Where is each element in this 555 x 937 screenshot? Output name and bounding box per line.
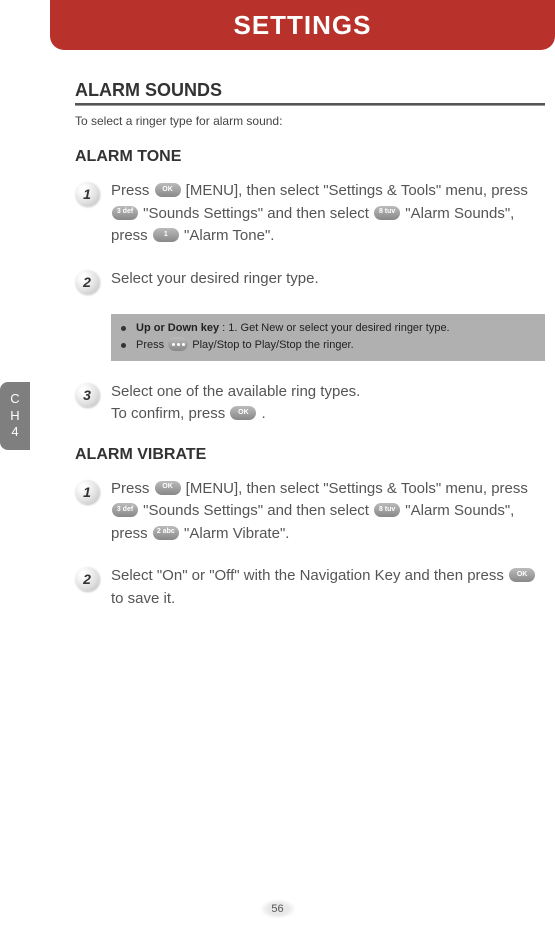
subsection-alarm-vibrate: ALARM VIBRATE	[75, 446, 545, 464]
text: Select one of the available ring types.	[111, 383, 360, 400]
content-area: ALARM SOUNDS To select a ringer type for…	[75, 80, 545, 630]
chapter-tab-line: C	[10, 391, 19, 408]
step-number-2: 2	[75, 270, 99, 294]
step-number-1: 1	[75, 182, 99, 206]
text: .	[257, 405, 265, 422]
step-text: Select "On" or "Off" with the Navigation…	[111, 565, 545, 610]
tip-part: Play/Stop to Play/Stop the ringer.	[189, 339, 353, 351]
tip-part: Press	[136, 339, 167, 351]
step: 1 Press OK [MENU], then select "Settings…	[75, 478, 545, 546]
ok-icon: OK	[155, 183, 181, 197]
text: "Alarm Tone".	[180, 227, 275, 244]
text: [MENU], then select "Settings & Tools" m…	[182, 182, 528, 199]
key-1-icon: 1	[153, 228, 179, 242]
bullet-icon	[121, 343, 126, 348]
ok-icon: OK	[509, 568, 535, 582]
key-2-icon: 2 abc	[153, 526, 179, 540]
key-3-icon: 3 def	[112, 503, 138, 517]
ok-icon: OK	[155, 481, 181, 495]
text: "Alarm Vibrate".	[180, 525, 290, 542]
key-8-icon: 8 tuv	[374, 503, 400, 517]
step-text: Select one of the available ring types. …	[111, 381, 360, 426]
play-stop-icon	[168, 337, 188, 351]
chapter-tab: C H 4	[0, 382, 30, 450]
step-text: Select your desired ringer type.	[111, 268, 319, 291]
text: Press	[111, 182, 154, 199]
tip-rest: : 1. Get New or select your desired ring…	[219, 322, 450, 334]
text: to save it.	[111, 590, 175, 607]
text: [MENU], then select "Settings & Tools" m…	[182, 480, 528, 497]
chapter-tab-line: H	[10, 408, 19, 425]
key-8-icon: 8 tuv	[374, 206, 400, 220]
step-number-1: 1	[75, 480, 99, 504]
tip-row: Up or Down key : 1. Get New or select yo…	[121, 320, 535, 338]
bullet-icon	[121, 326, 126, 331]
header-banner: SETTINGS	[50, 0, 555, 50]
step: 1 Press OK [MENU], then select "Settings…	[75, 180, 545, 248]
step: 3 Select one of the available ring types…	[75, 381, 545, 426]
tip-text: Press Play/Stop to Play/Stop the ringer.	[136, 337, 354, 355]
step-text: Press OK [MENU], then select "Settings &…	[111, 478, 545, 546]
tip-row: Press Play/Stop to Play/Stop the ringer.	[121, 337, 535, 355]
section-note: To select a ringer type for alarm sound:	[75, 114, 545, 128]
text: "Sounds Settings" and then select	[139, 502, 373, 519]
text: "Sounds Settings" and then select	[139, 205, 373, 222]
text: Press	[111, 480, 154, 497]
tip-label: Up or Down key	[136, 322, 219, 334]
tip-box: Up or Down key : 1. Get New or select yo…	[111, 314, 545, 361]
step-number-3: 3	[75, 383, 99, 407]
step-text: Press OK [MENU], then select "Settings &…	[111, 180, 545, 248]
page-number: 56	[260, 899, 296, 919]
header-title: SETTINGS	[233, 10, 371, 41]
step-number-2: 2	[75, 567, 99, 591]
section-underline	[75, 103, 545, 106]
text: To confirm, press	[111, 405, 229, 422]
ok-icon: OK	[230, 406, 256, 420]
step: 2 Select your desired ringer type.	[75, 268, 545, 294]
chapter-tab-line: 4	[11, 424, 18, 441]
key-3-icon: 3 def	[112, 206, 138, 220]
section-title: ALARM SOUNDS	[75, 80, 545, 101]
text: Select "On" or "Off" with the Navigation…	[111, 567, 508, 584]
tip-text: Up or Down key : 1. Get New or select yo…	[136, 320, 450, 338]
page-number-wrap: 56	[260, 899, 296, 919]
step: 2 Select "On" or "Off" with the Navigati…	[75, 565, 545, 610]
subsection-alarm-tone: ALARM TONE	[75, 148, 545, 166]
